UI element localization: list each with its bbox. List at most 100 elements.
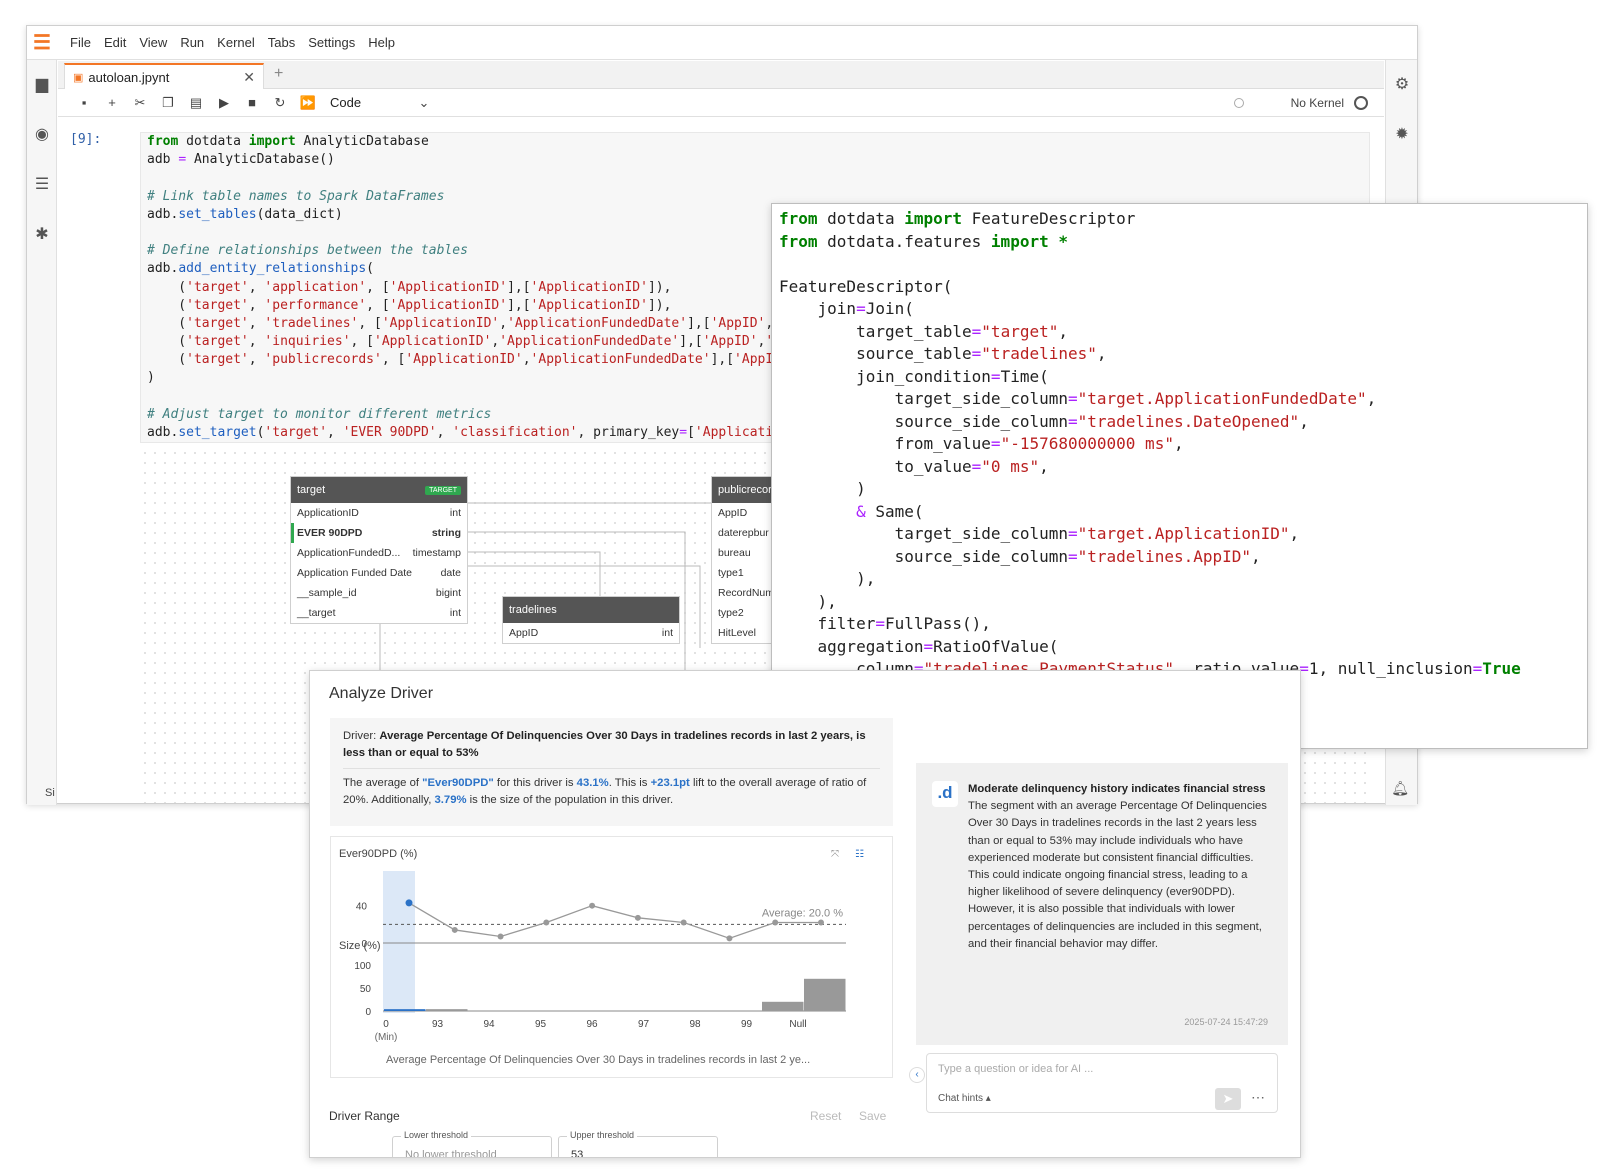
menu-run[interactable]: Run (180, 35, 204, 50)
menu-edit[interactable]: Edit (104, 35, 126, 50)
x-axis-label: Average Percentage Of Delinquencies Over… (386, 1054, 810, 1066)
send-icon[interactable]: ➤ (1215, 1088, 1241, 1110)
menu-tabs[interactable]: Tabs (268, 35, 295, 50)
code-line: source_side_column="tradelines.DateOpene… (779, 411, 1309, 431)
code-line: ) (779, 479, 866, 498)
avg-text: for this driver is (493, 777, 577, 789)
reset-button[interactable]: Reset (810, 1109, 841, 1123)
x-tick-label: 97 (638, 1019, 650, 1030)
more-options-icon[interactable]: ⋯ (1251, 1089, 1265, 1106)
size-bar (762, 1001, 804, 1011)
chart-svg: Ever90DPD (%) ⤧ ☷ 40 0 Average: 20.0 % Size (%… (339, 848, 864, 1066)
menu-kernel[interactable]: Kernel (217, 35, 255, 50)
kernel-name[interactable]: No Kernel (1291, 96, 1344, 110)
table-rows: AppID int (503, 623, 679, 643)
toc-icon[interactable]: ☰ (32, 174, 52, 194)
save-button[interactable]: Save (859, 1109, 886, 1123)
tab-autoloan[interactable]: ▣ autoloan.jpynt ✕ (64, 63, 264, 89)
new-tab-button[interactable]: + (274, 65, 283, 83)
x-tick-sublabel: (Min) (375, 1032, 398, 1043)
debugger-icon[interactable]: ✹ (1392, 124, 1412, 144)
left-sidebar: ▆ ◉ ☰ ✱ (27, 60, 57, 805)
cut-icon[interactable]: ✂ (126, 95, 154, 111)
folder-icon[interactable]: ▆ (32, 74, 52, 94)
menu-file[interactable]: File (70, 35, 91, 50)
menu-settings[interactable]: Settings (308, 35, 355, 50)
lower-threshold-field[interactable]: Lower threshold No lower threshold (392, 1130, 552, 1158)
collapse-chevron-icon[interactable]: ‹ (909, 1067, 925, 1083)
lower-threshold-placeholder: No lower threshold (405, 1149, 497, 1158)
y-tick-label: 50 (360, 984, 372, 995)
insight-body: The segment with an average Percentage O… (968, 800, 1267, 950)
column-row[interactable]: ApplicationID int (291, 503, 467, 523)
kernel-idle-icon (1234, 98, 1244, 108)
notebook-toolbar: ▪ + ✂ ❐ ▤ ▶ ■ ↻ ⏩ Code ⌄ No Kernel (58, 89, 1384, 117)
column-row[interactable]: ApplicationFundedD... timestamp (291, 543, 467, 563)
settings-icon: ☷ (855, 849, 864, 860)
extension-icon[interactable]: ✱ (32, 224, 52, 244)
driver-description: Driver: Average Percentage Of Delinquenc… (343, 728, 880, 762)
data-point (543, 919, 550, 926)
upper-threshold-field[interactable]: Upper threshold 53 (558, 1130, 718, 1157)
x-tick-label: 94 (483, 1019, 495, 1030)
column-row[interactable]: __sample_id bigint (291, 583, 467, 603)
avg-lift: +23.1pt (650, 777, 690, 789)
driver-chart: Ever90DPD (%) ⤧ ☷ 40 0 Average: 20.0 % Size (%… (330, 836, 893, 1078)
running-icon[interactable]: ◉ (32, 124, 52, 144)
menu-view[interactable]: View (139, 35, 167, 50)
ai-chat-input[interactable]: Type a question or idea for AI ... Chat … (926, 1053, 1278, 1113)
code-line: source_table="tradelines", (779, 344, 1107, 363)
cell-prompt: [9]: (70, 132, 102, 147)
run-icon[interactable]: ▶ (210, 95, 238, 111)
data-point (634, 914, 641, 921)
status-bar-text: Si (45, 787, 55, 799)
target-badge: TARGET (425, 485, 461, 495)
table-header: target TARGET (291, 477, 467, 503)
column-row[interactable]: __target int (291, 603, 467, 623)
column-row[interactable]: AppID int (503, 623, 679, 643)
menubar: ☰ File Edit View Run Kernel Tabs Setting… (27, 26, 1417, 60)
cell-type-select[interactable]: Code (330, 95, 410, 110)
insert-cell-icon[interactable]: + (98, 95, 126, 110)
column-row[interactable]: Application Funded Date date (291, 563, 467, 583)
dotdata-logo-icon: .d (932, 781, 958, 807)
code-line: adb = AnalyticDatabase() (147, 152, 335, 168)
data-point (726, 935, 733, 942)
menu-help[interactable]: Help (368, 35, 395, 50)
copy-icon[interactable]: ❐ (154, 95, 182, 111)
insight-heading: Moderate delinquency history indicates f… (968, 783, 1266, 795)
code-line: from dotdata import AnalyticDatabase (147, 134, 429, 149)
data-point (497, 933, 504, 940)
chevron-down-icon[interactable]: ⌄ (410, 95, 438, 111)
avg-value: 43.1% (576, 777, 609, 789)
stop-icon[interactable]: ■ (238, 95, 266, 110)
analyze-driver-panel: Analyze Driver Driver: Average Percentag… (309, 670, 1301, 1158)
code-line: filter=FullPass(), (779, 614, 991, 633)
save-icon[interactable]: ▪ (70, 95, 98, 110)
table-rows: ApplicationID int EVER 90DPD string Applicat… (291, 503, 467, 623)
feature-descriptor-code: from dotdata import FeatureDescriptor fro… (771, 203, 1588, 749)
table-target[interactable]: target TARGET ApplicationID int EVER 90DPD… (290, 476, 468, 624)
chart-title: Ever90DPD (%) (339, 848, 417, 860)
restart-icon[interactable]: ↻ (266, 95, 294, 111)
table-tradelines[interactable]: tradelines AppID int (502, 596, 680, 644)
paste-icon[interactable]: ▤ (182, 95, 210, 111)
property-inspector-icon[interactable]: ⚙ (1392, 74, 1412, 94)
data-point (772, 919, 779, 926)
column-row[interactable]: EVER 90DPD string (291, 523, 467, 543)
data-point (680, 919, 687, 926)
avg-text: is the size of the population in this dr… (466, 794, 674, 806)
lower-threshold-label: Lower threshold (401, 1130, 472, 1140)
code-line: from dotdata import FeatureDescriptor (779, 209, 1136, 228)
code-line: & Same( (856, 501, 924, 521)
bell-icon[interactable]: 🔔︎ (1391, 780, 1409, 797)
fast-forward-icon[interactable]: ⏩ (294, 95, 322, 111)
x-tick-label: 95 (535, 1019, 547, 1030)
chat-placeholder: Type a question or idea for AI ... (938, 1063, 1094, 1075)
code-line: join=Join( (779, 299, 914, 318)
code-line: FeatureDescriptor( (779, 276, 953, 296)
close-tab-icon[interactable]: ✕ (243, 69, 255, 86)
code-line: from dotdata.features import * (779, 231, 1068, 251)
chat-hints-toggle[interactable]: Chat hints ▴ (938, 1093, 991, 1104)
